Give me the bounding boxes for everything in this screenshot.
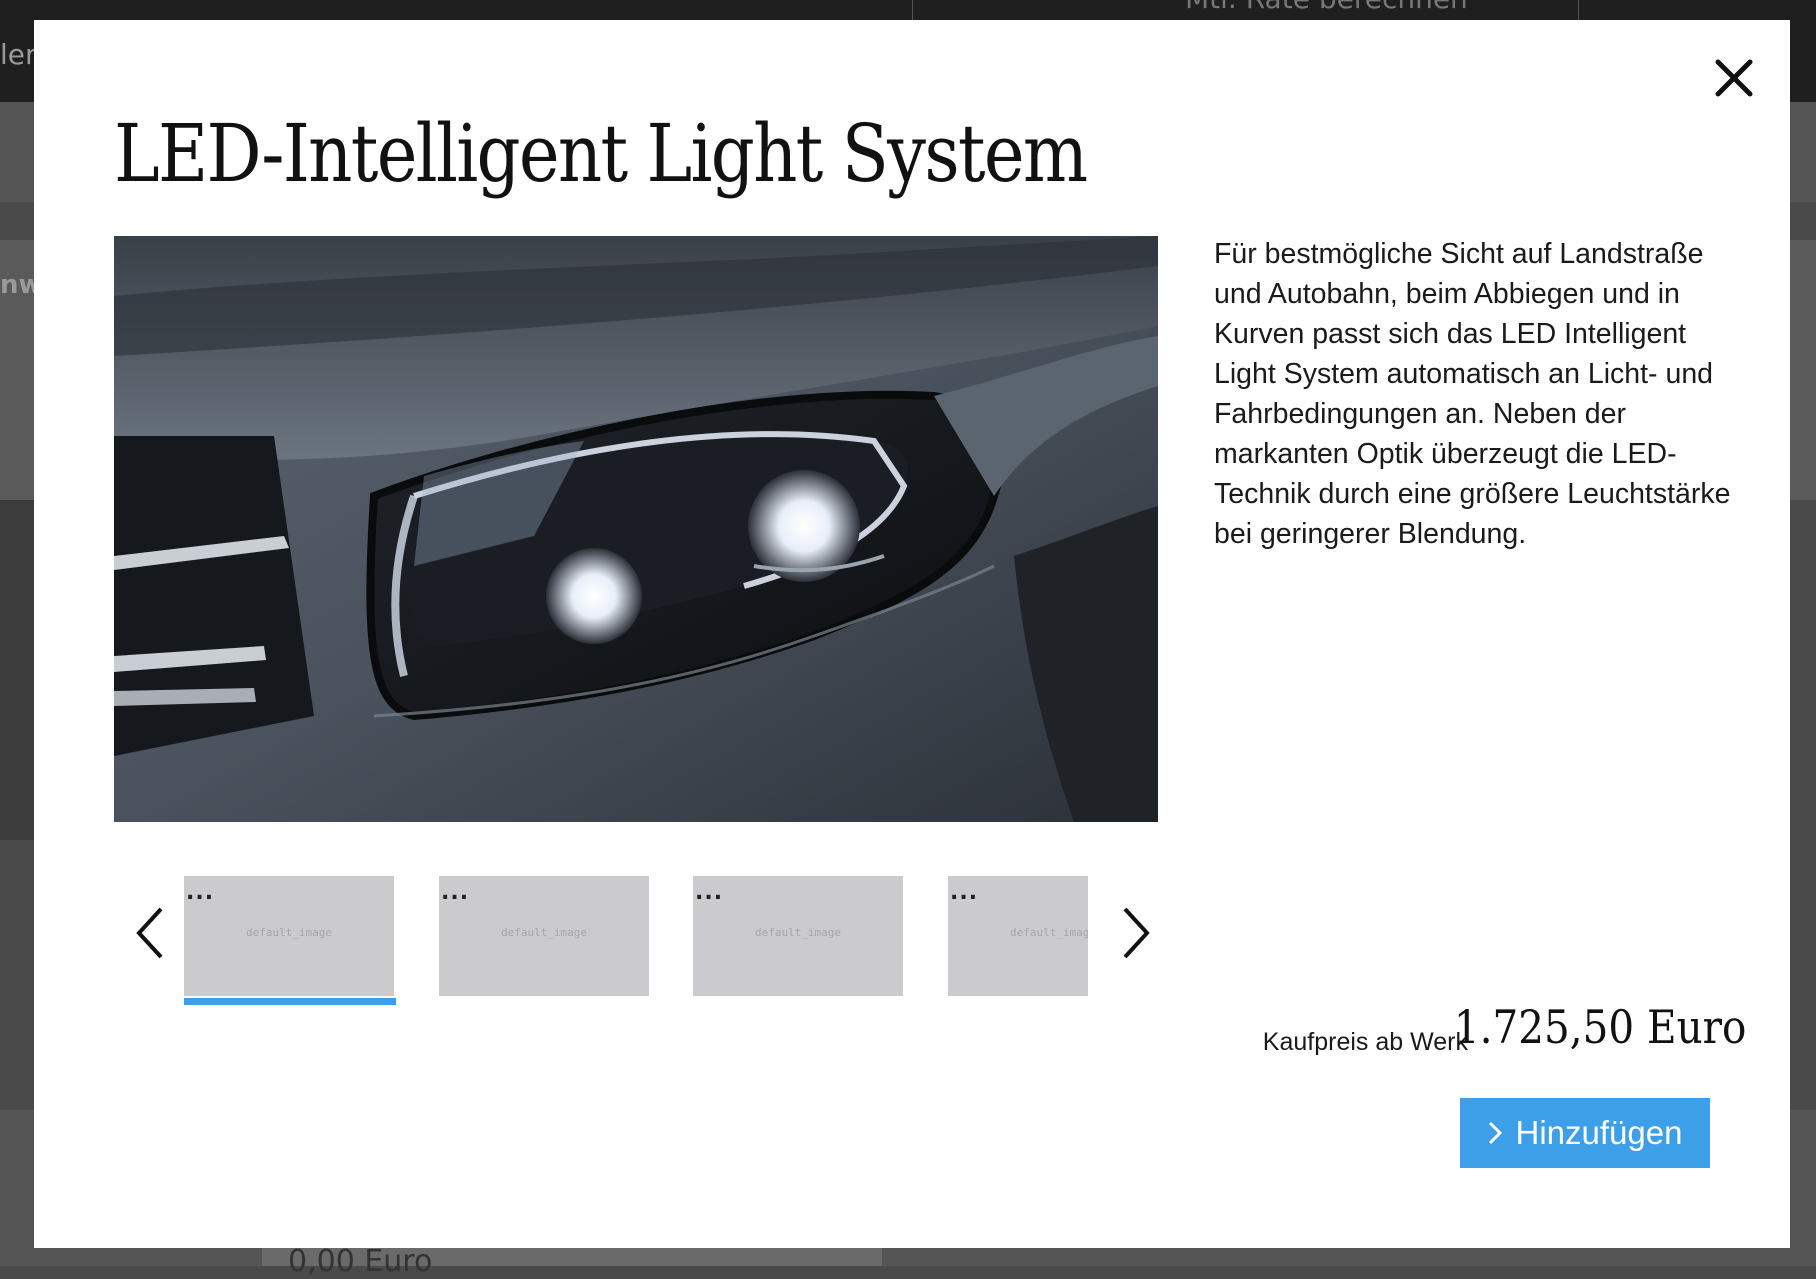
thumbnail-dots: ...: [441, 880, 470, 905]
thumbnail-2[interactable]: ... default_image: [439, 876, 649, 996]
thumbnail-3[interactable]: ... default_image: [693, 876, 903, 996]
thumbnail-dots: ...: [695, 880, 724, 905]
background-text-fragment: ler: [0, 38, 37, 71]
thumbnail-4[interactable]: ... default_image: [948, 876, 1088, 996]
price-value: 1.725,50 Euro: [1453, 1000, 1746, 1054]
add-button-label: Hinzufügen: [1515, 1114, 1683, 1151]
chevron-left-icon: [136, 907, 163, 959]
thumbnail-1[interactable]: ... default_image: [184, 876, 394, 996]
thumbnail-prev-button[interactable]: [128, 898, 172, 968]
thumbnail-label: default_image: [500, 926, 588, 939]
thumbnail-dots: ...: [950, 880, 979, 905]
price-row: Kaufpreis ab Werk 1.725,50 Euro: [1134, 1000, 1746, 1060]
thumbnail-next-button[interactable]: [1114, 898, 1158, 968]
headlight-image: [114, 236, 1158, 822]
thumbnail-label: default_image: [754, 926, 842, 939]
close-button[interactable]: [1710, 54, 1758, 102]
price-label: Kaufpreis ab Werk: [1262, 1028, 1468, 1056]
chevron-right-icon: [1123, 907, 1150, 959]
close-icon: [1715, 59, 1753, 97]
equipment-detail-modal: LED-Intelligent Light System ... default…: [34, 20, 1790, 1248]
add-button[interactable]: Hinzufügen: [1460, 1098, 1710, 1168]
background-rate-link: Mtl. Rate berechnen: [1185, 0, 1468, 15]
chevron-right-icon: [1488, 1121, 1502, 1145]
main-product-image: [114, 236, 1158, 822]
thumbnail-label: default_image: [1009, 926, 1088, 939]
thumbnail-label: default_image: [245, 926, 333, 939]
thumbnail-carousel: ... default_image ... default_image ... …: [114, 856, 1158, 1006]
active-thumbnail-indicator: [184, 998, 396, 1005]
modal-title: LED-Intelligent Light System: [114, 107, 1088, 200]
thumbnail-dots: ...: [186, 880, 215, 905]
feature-description: Für bestmögliche Sicht auf Landstraße un…: [1214, 238, 1731, 550]
background-price: 0,00 Euro: [288, 1244, 433, 1279]
